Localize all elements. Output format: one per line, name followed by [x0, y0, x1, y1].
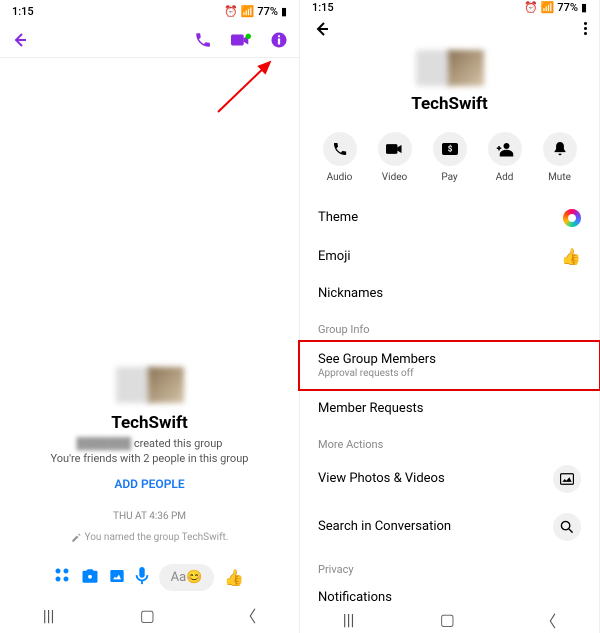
- theme-row[interactable]: Theme: [300, 199, 599, 237]
- home-icon[interactable]: ▢: [440, 610, 455, 629]
- svg-text:$: $: [447, 145, 452, 154]
- group-avatars: [418, 50, 482, 86]
- video-action[interactable]: Video: [378, 132, 412, 183]
- status-right: ⏰ 📶77%▮: [224, 5, 287, 18]
- member-requests-row[interactable]: Member Requests: [300, 391, 599, 426]
- status-right: ⏰ 📶77%▮: [524, 1, 587, 14]
- back-icon[interactable]: 〈: [240, 603, 256, 627]
- mute-action[interactable]: Mute: [543, 132, 577, 183]
- call-icon[interactable]: [193, 30, 213, 50]
- video-call-icon[interactable]: [231, 30, 251, 50]
- group-avatars: [118, 367, 182, 403]
- status-bar: 1:15 ⏰ 📶77%▮: [0, 0, 299, 22]
- recents-icon[interactable]: |||: [343, 610, 355, 629]
- message-timestamp: THU AT 4:36 PM: [113, 511, 186, 522]
- group-name: TechSwift: [111, 413, 188, 433]
- privacy-section: Privacy: [300, 551, 599, 580]
- back-icon[interactable]: 〈: [540, 608, 556, 632]
- audio-action[interactable]: Audio: [323, 132, 357, 183]
- mic-icon[interactable]: [135, 567, 149, 589]
- status-time: 1:15: [12, 5, 34, 18]
- group-info-section: Group Info: [300, 311, 599, 340]
- system-message: You named the group TechSwift.: [71, 532, 229, 543]
- status-bar: 1:15 ⏰ 📶77%▮: [300, 0, 599, 16]
- view-photos-row[interactable]: View Photos & Videos: [300, 455, 599, 503]
- emoji-row[interactable]: Emoji 👍: [300, 237, 599, 276]
- pay-action[interactable]: $Pay: [433, 132, 467, 183]
- see-group-members-row[interactable]: See Group Members Approval requests off: [298, 340, 600, 391]
- search-conversation-row[interactable]: Search in Conversation: [300, 503, 599, 551]
- add-action[interactable]: Add: [488, 132, 522, 183]
- android-nav: ||| ▢ 〈: [0, 597, 299, 633]
- more-menu-icon[interactable]: [584, 22, 587, 35]
- notifications-row[interactable]: Notifications: [300, 580, 599, 607]
- emoji-picker-icon[interactable]: 😊: [186, 570, 202, 585]
- theme-color-icon: [563, 209, 581, 227]
- apps-icon[interactable]: [55, 568, 71, 588]
- home-icon[interactable]: ▢: [140, 606, 155, 625]
- gallery-icon[interactable]: [109, 568, 125, 588]
- group-name: TechSwift: [411, 94, 488, 114]
- recents-icon[interactable]: |||: [43, 606, 55, 625]
- back-arrow-icon[interactable]: [312, 19, 332, 39]
- thumb-icon: 👍: [561, 247, 581, 266]
- back-arrow-icon[interactable]: [10, 30, 30, 50]
- nicknames-row[interactable]: Nicknames: [300, 276, 599, 311]
- message-input[interactable]: Aa 😊: [159, 564, 215, 591]
- status-time: 1:15: [312, 1, 334, 14]
- info-icon[interactable]: [269, 30, 289, 50]
- android-nav: ||| ▢ 〈: [300, 607, 599, 633]
- friends-info: You're friends with 2 people in this gro…: [51, 452, 249, 465]
- created-by-text: ███████ created this group: [77, 437, 223, 450]
- search-icon: [553, 513, 581, 541]
- like-icon[interactable]: 👍: [224, 568, 244, 587]
- add-people-button[interactable]: ADD PEOPLE: [114, 477, 184, 491]
- camera-icon[interactable]: [81, 568, 99, 588]
- photos-icon: [553, 465, 581, 493]
- more-actions-section: More Actions: [300, 426, 599, 455]
